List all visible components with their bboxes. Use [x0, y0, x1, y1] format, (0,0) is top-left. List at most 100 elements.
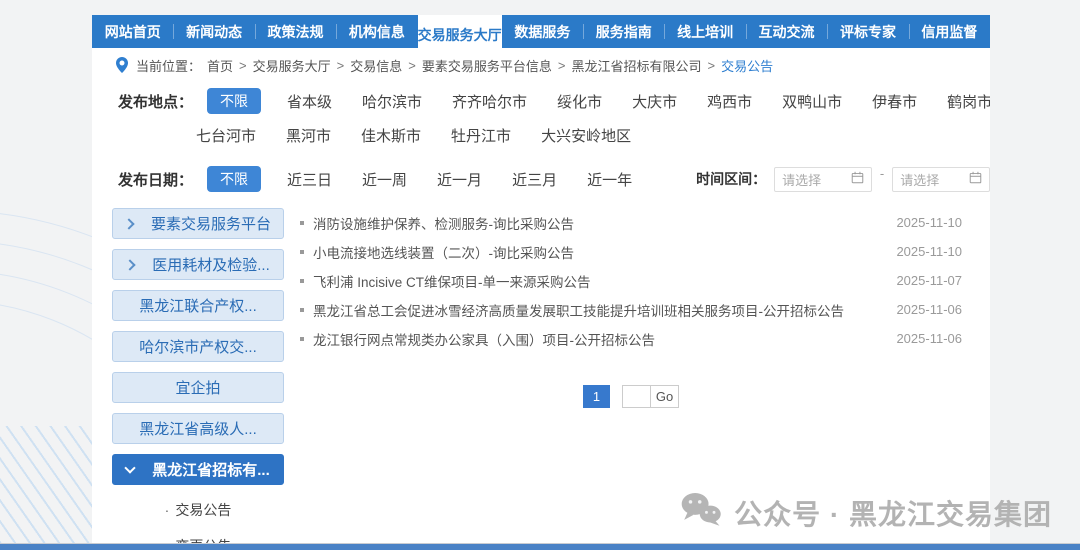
nav-item-org-info[interactable]: 机构信息 [336, 15, 417, 48]
filter-location-jixi[interactable]: 鸡西市 [707, 91, 752, 112]
calendar-icon[interactable] [969, 171, 982, 188]
crumb-separator: > [337, 58, 345, 73]
nav-item-trading-hall[interactable]: 交易服务大厅 [418, 15, 502, 54]
end-date-picker[interactable]: 请选择 [892, 167, 990, 192]
filter-location-row1: 发布地点： 不限 省本级 哈尔滨市 齐齐哈尔市 绥化市 大庆市 鸡西市 双鸭山市… [92, 86, 990, 116]
announcement-row[interactable]: 小电流接地选线装置（二次）-询比采购公告 2025-11-10 [300, 237, 962, 266]
crumb-separator: > [239, 58, 247, 73]
filter-date-last3months[interactable]: 近三月 [512, 169, 557, 190]
announcement-row[interactable]: 飞利浦 Incisive CT维保项目-单一来源采购公告 2025-11-07 [300, 266, 962, 295]
crumb-home[interactable]: 首页 [207, 56, 233, 75]
filter-location-daqing[interactable]: 大庆市 [632, 91, 677, 112]
filter-location-daxinganling[interactable]: 大兴安岭地区 [541, 125, 631, 146]
top-nav: 网站首页 新闻动态 政策法规 机构信息 交易服务大厅 数据服务 服务指南 线上培… [92, 15, 990, 48]
nav-item-experts[interactable]: 评标专家 [827, 15, 908, 48]
chevron-right-icon [123, 218, 134, 229]
sidebar-item-label: 哈尔滨市产权交... [139, 336, 257, 357]
filter-location-hegang[interactable]: 鹤岗市 [947, 91, 990, 112]
announcement-title[interactable]: 黑龙江省总工会促进冰雪经济高质量发展职工技能提升培训班相关服务项目-公开招标公告 [313, 300, 844, 320]
location-pin-icon [116, 57, 128, 73]
filter-location-provincial[interactable]: 省本级 [287, 91, 332, 112]
nav-item-service-guide[interactable]: 服务指南 [583, 15, 664, 48]
bullet-icon [300, 337, 304, 341]
filter-location-shuangyashan[interactable]: 双鸭山市 [782, 91, 842, 112]
announcement-title[interactable]: 飞利浦 Incisive CT维保项目-单一来源采购公告 [313, 271, 591, 291]
page-number-input[interactable] [623, 386, 650, 407]
crumb-trade-announcements[interactable]: 交易公告 [721, 56, 773, 75]
nav-item-online-training[interactable]: 线上培训 [664, 15, 745, 48]
filter-date-lastmonth[interactable]: 近一月 [437, 169, 482, 190]
sidebar-subitem-trade-announcements[interactable]: · 交易公告 [112, 495, 284, 525]
crumb-trade-info[interactable]: 交易信息 [350, 56, 402, 75]
sidebar-item-medical-consumables[interactable]: 医用耗材及检验... [112, 249, 284, 280]
filter-location-suihua[interactable]: 绥化市 [557, 91, 602, 112]
breadcrumb-label: 当前位置： [136, 56, 201, 75]
announcement-date: 2025-11-10 [876, 215, 962, 230]
filter-location-heihe[interactable]: 黑河市 [286, 125, 331, 146]
filter-location-mudanjiang[interactable]: 牡丹江市 [451, 125, 511, 146]
sidebar-item-hlj-high-court[interactable]: 黑龙江省高级人... [112, 413, 284, 444]
filter-location-harbin[interactable]: 哈尔滨市 [362, 91, 422, 112]
sidebar-item-label: 黑龙江联合产权... [139, 295, 257, 316]
start-date-placeholder: 请选择 [782, 170, 821, 189]
filter-location-qitaihe[interactable]: 七台河市 [196, 125, 256, 146]
sidebar-subitem-change-announcements[interactable]: · 变更公告 [112, 531, 284, 543]
filter-location-jiamusi[interactable]: 佳木斯市 [361, 125, 421, 146]
filter-date-last3days[interactable]: 近三日 [287, 169, 332, 190]
start-date-picker[interactable]: 请选择 [774, 167, 872, 192]
sidebar-item-yiqipai[interactable]: 宜企拍 [112, 372, 284, 403]
announcement-title[interactable]: 小电流接地选线装置（二次）-询比采购公告 [313, 242, 574, 262]
sidebar-item-label: 医用耗材及检验... [152, 254, 270, 275]
filter-date-lastweek[interactable]: 近一周 [362, 169, 407, 190]
sidebar-item-factor-trading-platform[interactable]: 要素交易服务平台 [112, 208, 284, 239]
announcement-date: 2025-11-10 [876, 244, 962, 259]
announcement-list: 消防设施维护保养、检测服务-询比采购公告 2025-11-10 小电流接地选线装… [300, 208, 962, 543]
chevron-down-icon [125, 462, 136, 473]
sidebar-item-harbin-property-exchange[interactable]: 哈尔滨市产权交... [112, 331, 284, 362]
filter-date-unlimited[interactable]: 不限 [207, 166, 261, 192]
crumb-separator: > [408, 58, 416, 73]
bullet-icon [300, 221, 304, 225]
sidebar-item-hlj-united-property[interactable]: 黑龙江联合产权... [112, 290, 284, 321]
nav-item-credit-supervision[interactable]: 信用监督 [909, 15, 990, 48]
announcement-title[interactable]: 龙江银行网点常规类办公家具（入围）项目-公开招标公告 [313, 329, 655, 349]
nav-item-home[interactable]: 网站首页 [92, 15, 173, 48]
filter-location-label: 发布地点： [118, 91, 193, 112]
crumb-platform-info[interactable]: 要素交易服务平台信息 [422, 56, 552, 75]
filter-date-lastyear[interactable]: 近一年 [587, 169, 632, 190]
announcement-date: 2025-11-06 [876, 302, 962, 317]
announcement-row[interactable]: 黑龙江省总工会促进冰雪经济高质量发展职工技能提升培训班相关服务项目-公开招标公告… [300, 295, 962, 324]
announcement-row[interactable]: 龙江银行网点常规类办公家具（入围）项目-公开招标公告 2025-11-06 [300, 324, 962, 353]
pagination: 1 Go [300, 385, 962, 408]
nav-item-interaction[interactable]: 互动交流 [746, 15, 827, 48]
filter-date-row: 发布日期： 不限 近三日 近一周 近一月 近三月 近一年 时间区间： 请选择 -… [92, 164, 990, 194]
announcement-title[interactable]: 消防设施维护保养、检测服务-询比采购公告 [313, 213, 574, 233]
sidebar-subitem-label: 变更公告 [175, 536, 231, 543]
nav-item-policies[interactable]: 政策法规 [255, 15, 336, 48]
announcement-date: 2025-11-07 [876, 273, 962, 288]
range-separator: - [880, 166, 884, 181]
sidebar-item-label: 要素交易服务平台 [151, 213, 271, 234]
filter-location-qiqihar[interactable]: 齐齐哈尔市 [452, 91, 527, 112]
crumb-trading-hall[interactable]: 交易服务大厅 [253, 56, 331, 75]
filter-location-yichun[interactable]: 伊春市 [872, 91, 917, 112]
go-button[interactable]: Go [650, 386, 678, 407]
announcement-date: 2025-11-06 [876, 331, 962, 346]
bullet-icon [300, 250, 304, 254]
sidebar-item-label: 黑龙江省高级人... [139, 418, 257, 439]
announcement-row[interactable]: 消防设施维护保养、检测服务-询比采购公告 2025-11-10 [300, 208, 962, 237]
nav-item-news[interactable]: 新闻动态 [173, 15, 254, 48]
nav-item-data-services[interactable]: 数据服务 [502, 15, 583, 48]
calendar-icon[interactable] [851, 171, 864, 188]
bullet-icon [300, 308, 304, 312]
filter-location-row2: 七台河市 黑河市 佳木斯市 牡丹江市 大兴安岭地区 [92, 122, 990, 148]
main-area: 要素交易服务平台 医用耗材及检验... 黑龙江联合产权... 哈尔滨市产权交..… [92, 208, 990, 543]
crumb-separator: > [707, 58, 715, 73]
sidebar-subitem-label: 交易公告 [175, 500, 231, 520]
sidebar-item-hlj-tendering-co[interactable]: 黑龙江省招标有... [112, 454, 284, 485]
crumb-company[interactable]: 黑龙江省招标有限公司 [571, 56, 701, 75]
filter-location-unlimited[interactable]: 不限 [207, 88, 261, 114]
filter-date-label: 发布日期： [118, 169, 193, 190]
time-range-label: 时间区间： [696, 169, 766, 189]
page-1-button[interactable]: 1 [583, 385, 610, 408]
